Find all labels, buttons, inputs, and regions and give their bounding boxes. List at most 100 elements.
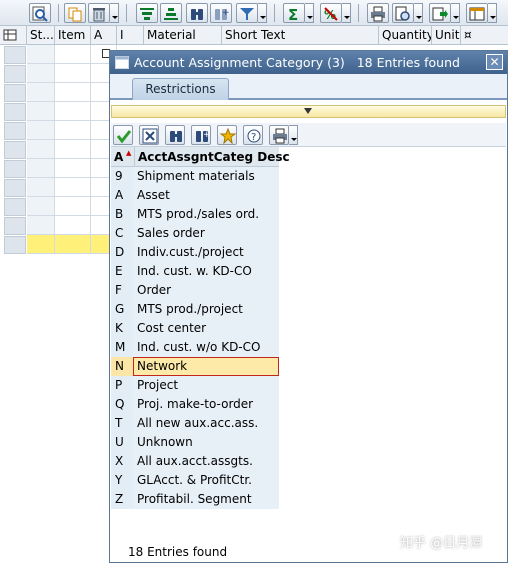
list-item[interactable]: E Ind. cust. w. KD-CO <box>111 262 279 281</box>
table-cell[interactable] <box>27 121 55 140</box>
table-cell[interactable] <box>27 83 55 102</box>
align-top-button[interactable] <box>136 3 158 23</box>
personal-list-button[interactable] <box>217 125 237 145</box>
filter-dropdown[interactable] <box>258 3 267 23</box>
row-selector[interactable] <box>4 84 26 102</box>
delete-button[interactable] <box>88 3 110 23</box>
align-button[interactable] <box>160 3 182 23</box>
table-cell[interactable] <box>55 235 91 254</box>
list-item[interactable]: P Project <box>111 376 279 395</box>
table-cell[interactable] <box>55 197 91 216</box>
layout-button[interactable] <box>466 3 488 23</box>
column-short-text[interactable]: Short Text <box>222 26 379 45</box>
table-cell[interactable] <box>55 45 91 64</box>
row-selector[interactable] <box>4 65 26 83</box>
table-cell[interactable] <box>55 140 91 159</box>
delete-icon <box>93 8 105 22</box>
delete-dropdown[interactable] <box>110 3 119 23</box>
list-item[interactable]: K Cost center <box>111 319 279 338</box>
find-button[interactable] <box>165 125 185 145</box>
table-cell[interactable] <box>55 216 91 235</box>
restrictions-toggle-bar[interactable] <box>111 105 506 118</box>
sum-button[interactable]: Σ <box>283 3 305 23</box>
column-unit[interactable]: Unit <box>432 26 461 45</box>
list-item[interactable]: N Network <box>111 357 279 376</box>
list-item-description: All new aux.acc.ass. <box>133 414 279 433</box>
toolbar-separator <box>58 4 59 22</box>
table-cell[interactable] <box>27 178 55 197</box>
list-item[interactable]: B MTS prod./sales ord. <box>111 205 279 224</box>
row-selector[interactable] <box>4 103 26 121</box>
table-cell[interactable] <box>55 178 91 197</box>
column-status[interactable]: St... <box>27 26 55 45</box>
sum-dropdown[interactable] <box>305 3 314 23</box>
row-selector[interactable] <box>4 160 26 178</box>
table-cell[interactable] <box>27 45 55 64</box>
subtotal-dropdown[interactable] <box>342 3 351 23</box>
find-button[interactable] <box>29 3 51 23</box>
table-cell[interactable] <box>55 83 91 102</box>
confirm-button[interactable] <box>113 125 133 145</box>
list-item-description: Proj. make-to-order <box>133 395 279 414</box>
table-cell[interactable] <box>27 64 55 83</box>
svg-text:+: + <box>222 8 229 18</box>
column-material[interactable]: Material <box>144 26 222 45</box>
list-item[interactable]: T All new aux.acc.ass. <box>111 414 279 433</box>
row-selector[interactable] <box>4 141 26 159</box>
table-cell[interactable] <box>27 102 55 121</box>
column-item[interactable]: Item <box>55 26 91 45</box>
list-item[interactable]: F Order <box>111 281 279 300</box>
close-button[interactable]: ✕ <box>486 54 503 70</box>
column-quantity[interactable]: Quantity <box>379 26 432 45</box>
print-preview-button[interactable] <box>392 3 414 23</box>
table-cell[interactable] <box>27 216 55 235</box>
find-binoculars-button[interactable] <box>186 3 208 23</box>
print-button[interactable] <box>367 3 389 23</box>
column-acct-assignment[interactable]: A <box>91 26 117 45</box>
copy-button[interactable] <box>64 3 86 23</box>
list-item[interactable]: D Indiv.cust./project <box>111 243 279 262</box>
row-selector[interactable] <box>4 122 26 140</box>
row-selector[interactable] <box>4 217 26 235</box>
select-all-cell[interactable] <box>0 26 27 45</box>
subtotal-button[interactable]: % <box>320 3 342 23</box>
column-item-category[interactable]: I <box>117 26 144 45</box>
list-item[interactable]: C Sales order <box>111 224 279 243</box>
table-cell[interactable] <box>27 140 55 159</box>
help-button[interactable]: ? <box>243 125 263 145</box>
filter-button[interactable] <box>236 3 258 23</box>
list-item[interactable]: Y GLAcct. & ProfitCtr. <box>111 471 279 490</box>
list-item[interactable]: M Ind. cust. w/o KD-CO <box>111 338 279 357</box>
list-item[interactable]: A Asset <box>111 186 279 205</box>
row-selector[interactable] <box>4 46 26 64</box>
layout-dropdown[interactable] <box>488 3 497 23</box>
export-dropdown[interactable] <box>451 3 460 23</box>
table-cell[interactable] <box>55 64 91 83</box>
list-item[interactable]: U Unknown <box>111 433 279 452</box>
table-cell[interactable] <box>27 197 55 216</box>
find-next-button[interactable]: + <box>210 3 232 23</box>
print-preview-dropdown[interactable] <box>414 3 423 23</box>
column-currency[interactable]: ¤ <box>461 26 508 45</box>
row-selector[interactable] <box>4 236 26 254</box>
table-cell[interactable] <box>27 235 55 254</box>
list-item[interactable]: 9 Shipment materials <box>111 167 279 186</box>
table-cell[interactable] <box>55 159 91 178</box>
table-cell[interactable] <box>55 102 91 121</box>
table-cell[interactable] <box>27 159 55 178</box>
table-cell[interactable] <box>55 121 91 140</box>
cancel-button[interactable] <box>139 125 159 145</box>
find-next-button[interactable]: + <box>191 125 211 145</box>
row-selector[interactable] <box>4 179 26 197</box>
table-settings-icon <box>3 29 17 41</box>
list-item[interactable]: G MTS prod./project <box>111 300 279 319</box>
row-selector[interactable] <box>4 198 26 216</box>
list-item[interactable]: Z Profitabil. Segment <box>111 490 279 509</box>
list-item[interactable]: X All aux.acct.assgts. <box>111 452 279 471</box>
print-button[interactable] <box>269 125 289 145</box>
print-dropdown[interactable] <box>289 125 298 145</box>
column-description[interactable]: AcctAssgntCateg Desc <box>134 147 290 167</box>
list-item[interactable]: Q Proj. make-to-order <box>111 395 279 414</box>
export-button[interactable] <box>429 3 451 23</box>
tab-restrictions[interactable]: Restrictions <box>132 78 229 100</box>
